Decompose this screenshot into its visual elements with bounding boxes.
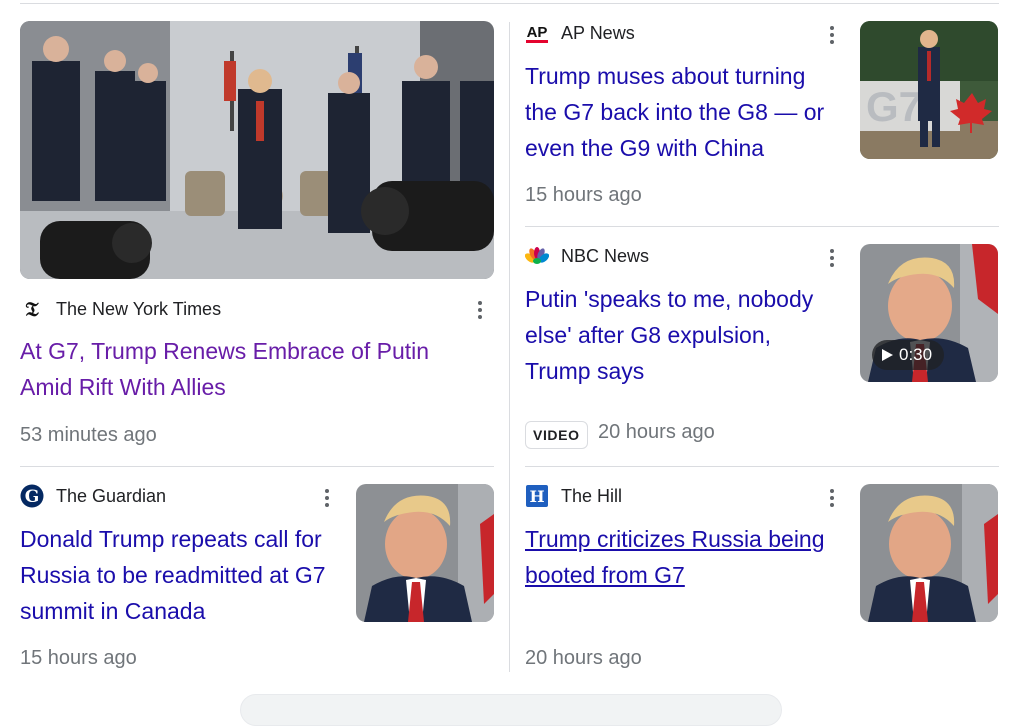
source-nbc-news[interactable]: NBC News xyxy=(525,244,649,268)
article-image-ap[interactable]: G7 xyxy=(860,21,998,159)
source-nyt[interactable]: 𝔗 The New York Times xyxy=(20,297,221,321)
source-ap-news[interactable]: AP AP News xyxy=(525,21,635,45)
source-guardian[interactable]: G The Guardian xyxy=(20,484,166,508)
video-duration: 0:30 xyxy=(872,340,945,370)
article-title-guardian[interactable]: Donald Trump repeats call for Russia to … xyxy=(20,521,345,629)
divider-right-2 xyxy=(525,466,999,467)
more-options-icon[interactable] xyxy=(820,486,844,510)
svg-text:G: G xyxy=(25,487,40,507)
article-image-guardian[interactable] xyxy=(356,484,494,622)
article-time: 15 hours ago xyxy=(525,184,642,206)
title-line: Amid Rift With Allies xyxy=(20,374,226,400)
top-divider xyxy=(20,3,999,4)
source-name: AP News xyxy=(561,22,635,43)
source-the-hill[interactable]: H The Hill xyxy=(525,484,622,508)
more-options-icon[interactable] xyxy=(820,23,844,47)
duration-text: 0:30 xyxy=(899,345,933,364)
title-line: Donald Trump repeats call for xyxy=(20,526,322,552)
title-line: the G7 back into the G8 — or xyxy=(525,99,825,125)
title-line: booted from G7 xyxy=(525,562,685,588)
play-icon xyxy=(882,349,893,361)
ap-logo-icon: AP xyxy=(525,21,549,45)
article-title-nbc[interactable]: Putin 'speaks to me, nobody else' after … xyxy=(525,281,845,389)
article-time: 20 hours ago xyxy=(525,647,642,669)
svg-text:H: H xyxy=(529,487,544,506)
article-time: 53 minutes ago xyxy=(20,424,157,446)
more-news-button[interactable] xyxy=(240,694,782,726)
title-line: Trump muses about turning xyxy=(525,63,806,89)
more-options-icon[interactable] xyxy=(468,298,492,322)
title-line: Russia to be readmitted at G7 xyxy=(20,562,326,588)
nbc-peacock-icon xyxy=(525,244,549,268)
title-line: Trump says xyxy=(525,358,645,384)
article-title-the-hill[interactable]: Trump criticizes Russia being booted fro… xyxy=(525,521,845,593)
article-title-ap[interactable]: Trump muses about turning the G7 back in… xyxy=(525,58,845,166)
source-name: The Hill xyxy=(561,485,623,506)
source-name: NBC News xyxy=(561,245,650,266)
article-time: 15 hours ago xyxy=(20,647,137,669)
the-hill-logo-icon: H xyxy=(525,484,549,508)
article-image-the-hill[interactable] xyxy=(860,484,998,622)
source-name: The New York Times xyxy=(56,298,222,319)
guardian-logo-icon: G xyxy=(20,484,44,508)
title-line: At G7, Trump Renews Embrace of Putin xyxy=(20,338,430,364)
title-line: even the G9 with China xyxy=(525,135,765,161)
article-time: 20 hours ago xyxy=(598,421,715,443)
title-line: summit in Canada xyxy=(20,598,206,624)
thumb-text: G7 xyxy=(866,83,922,130)
svg-text:𝔗: 𝔗 xyxy=(25,298,39,320)
video-badge: VIDEO xyxy=(525,421,588,449)
article-image-nyt[interactable] xyxy=(20,21,494,279)
title-line: else' after G8 expulsion, xyxy=(525,322,772,348)
svg-text:AP: AP xyxy=(527,24,548,41)
source-name: The Guardian xyxy=(56,485,167,506)
article-title-nyt[interactable]: At G7, Trump Renews Embrace of Putin Ami… xyxy=(20,333,490,405)
more-options-icon[interactable] xyxy=(820,246,844,270)
nyt-logo-icon: 𝔗 xyxy=(20,297,44,321)
divider-right-1 xyxy=(525,226,999,227)
more-options-icon[interactable] xyxy=(315,486,339,510)
title-line: Putin 'speaks to me, nobody xyxy=(525,286,814,312)
column-divider xyxy=(509,22,510,672)
title-line: Trump criticizes Russia being xyxy=(525,526,825,552)
divider-left-1 xyxy=(20,466,494,467)
